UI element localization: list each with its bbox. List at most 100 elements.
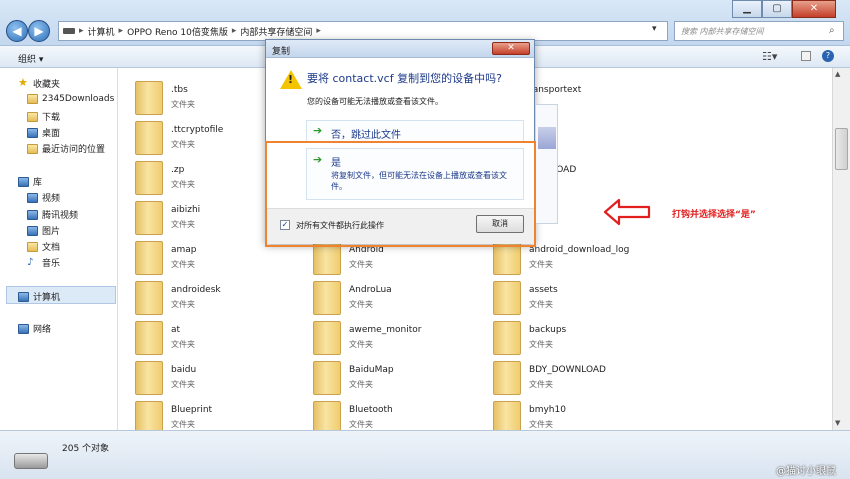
dialog-title: 复制: [272, 47, 291, 57]
address-bar[interactable]: ▸ 计算机 ▸ OPPO Reno 10倍变焦版 ▸ 内部共享存储空间 ▸: [58, 21, 668, 41]
sidebar-item-tencent-video[interactable]: 腾讯视频: [27, 208, 78, 221]
status-bar: 205 个对象: [0, 430, 850, 479]
folder-type: 文件夹: [529, 420, 553, 429]
sidebar-item-videos[interactable]: 视频: [27, 191, 60, 204]
scroll-thumb[interactable]: [835, 128, 848, 170]
sidebar-item-2345downloads[interactable]: 2345Downloads: [27, 94, 114, 104]
folder-type: 文件夹: [171, 140, 195, 149]
folder-item[interactable]: BDY_DOWNLOAD 文件夹: [493, 359, 663, 397]
folder-icon: [493, 281, 521, 315]
folder-name: aibizhi: [171, 205, 201, 215]
folder-item[interactable]: bmyh10 文件夹: [493, 399, 663, 430]
folder-icon: [493, 401, 521, 430]
scroll-up-icon[interactable]: ▲: [835, 70, 840, 78]
desktop-icon: [27, 127, 38, 138]
folder-type: 文件夹: [529, 300, 553, 309]
folder-icon: [135, 281, 163, 315]
folder-item[interactable]: at 文件夹: [135, 319, 305, 357]
folder-item[interactable]: BaiduMap 文件夹: [313, 359, 483, 397]
sidebar-item-documents[interactable]: 文档: [27, 240, 60, 253]
organize-button[interactable]: 组织 ▾: [18, 52, 43, 65]
folder-icon: [135, 321, 163, 355]
folder-name: backups: [529, 325, 567, 335]
sidebar-label: 视频: [42, 194, 61, 204]
close-button[interactable]: ✕: [792, 0, 836, 18]
folder-item[interactable]: backups 文件夹: [493, 319, 663, 357]
folder-item[interactable]: Blueprint 文件夹: [135, 399, 305, 430]
window-controls: ▁ ▢ ✕: [732, 0, 836, 18]
sidebar-network[interactable]: 网络: [18, 322, 51, 335]
folder-type: 文件夹: [171, 300, 195, 309]
folder-name: .zp: [171, 165, 185, 175]
navigation-pane: ★ 收藏夹 2345Downloads 下载 桌面 最近访问的位置 库 视频 腾讯…: [0, 68, 118, 430]
folder-name: amap: [171, 245, 197, 255]
folder-type: 文件夹: [171, 380, 195, 389]
back-button[interactable]: ◀: [6, 20, 28, 42]
annotation-text: 打钩并选择选择“是”: [672, 210, 756, 220]
library-icon: [18, 176, 29, 187]
sidebar-label: 2345Downloads: [42, 94, 115, 104]
network-icon: [18, 323, 29, 334]
sidebar-libraries[interactable]: 库: [18, 175, 42, 188]
sidebar-label: 网络: [33, 325, 52, 335]
sidebar-item-pictures[interactable]: 图片: [27, 224, 60, 237]
sidebar-label: 桌面: [42, 129, 61, 139]
search-input[interactable]: 搜索 内部共享存储空间: [674, 21, 844, 41]
arrow-right-icon: ➔: [313, 124, 323, 137]
preview-pane-icon[interactable]: [801, 51, 811, 61]
sidebar-label: 图片: [42, 227, 61, 237]
sidebar-favorites[interactable]: ★ 收藏夹: [18, 77, 60, 90]
breadcrumb-separator: ▸: [118, 26, 124, 36]
breadcrumb-computer[interactable]: 计算机: [88, 25, 115, 38]
background-window-edge: [536, 104, 558, 224]
maximize-button[interactable]: ▢: [762, 0, 792, 18]
folder-icon: [493, 321, 521, 355]
breadcrumb-storage[interactable]: 内部共享存储空间: [240, 25, 312, 38]
folder-item[interactable]: Bluetooth 文件夹: [313, 399, 483, 430]
sidebar-computer[interactable]: 计算机: [18, 290, 60, 303]
folder-name: at: [171, 325, 181, 335]
sidebar-item-desktop[interactable]: 桌面: [27, 126, 60, 139]
folder-item[interactable]: baidu 文件夹: [135, 359, 305, 397]
vertical-scrollbar[interactable]: ▲ ▼: [832, 68, 850, 430]
option-skip-file[interactable]: ➔ 否，跳过此文件: [306, 120, 524, 142]
sidebar-item-recent[interactable]: 最近访问的位置: [27, 142, 105, 155]
sidebar-item-music[interactable]: ♪ 音乐: [27, 256, 60, 269]
dialog-close-button[interactable]: ✕: [492, 42, 530, 55]
download-folder-icon: [27, 111, 38, 122]
folder-name: android_download_log: [529, 245, 630, 255]
breadcrumb-separator: ▸: [316, 26, 321, 36]
object-count: 205 个对象: [62, 444, 110, 454]
sidebar-item-downloads[interactable]: 下载: [27, 110, 60, 123]
sidebar-label: 腾讯视频: [42, 211, 79, 221]
sidebar-label: 文档: [42, 243, 61, 253]
sidebar-label: 下载: [42, 113, 61, 123]
folder-name: ransportext: [529, 85, 582, 95]
breadcrumb-device[interactable]: OPPO Reno 10倍变焦版: [127, 25, 228, 38]
folder-name: bmyh10: [529, 405, 566, 415]
folder-icon: [313, 361, 341, 395]
forward-button[interactable]: ▶: [28, 20, 50, 42]
folder-item[interactable]: androidesk 文件夹: [135, 279, 305, 317]
folder-type: 文件夹: [171, 260, 195, 269]
dialog-question: 要将 contact.vcf 复制到您的设备中吗?: [307, 72, 502, 85]
folder-item[interactable]: aweme_monitor 文件夹: [313, 319, 483, 357]
folder-item[interactable]: AndroLua 文件夹: [313, 279, 483, 317]
address-dropdown-icon[interactable]: ▾: [652, 24, 657, 34]
folder-name: baidu: [171, 365, 197, 375]
folder-name: .tbs: [171, 85, 188, 95]
minimize-button[interactable]: ▁: [732, 0, 762, 18]
sidebar-label: 收藏夹: [33, 80, 61, 90]
search-icon: ⌕: [829, 25, 835, 36]
folder-name: AndroLua: [349, 285, 392, 295]
scroll-down-icon[interactable]: ▼: [835, 419, 840, 427]
folder-name: assets: [529, 285, 558, 295]
view-options-icon[interactable]: ☷▾: [762, 50, 777, 63]
folder-icon: [135, 161, 163, 195]
folder-item[interactable]: assets 文件夹: [493, 279, 663, 317]
help-icon[interactable]: ?: [822, 50, 834, 62]
folder-icon: [313, 401, 341, 430]
background-thumbnail: [538, 127, 556, 149]
folder-type: 文件夹: [171, 220, 195, 229]
sidebar-label: 音乐: [42, 259, 61, 269]
